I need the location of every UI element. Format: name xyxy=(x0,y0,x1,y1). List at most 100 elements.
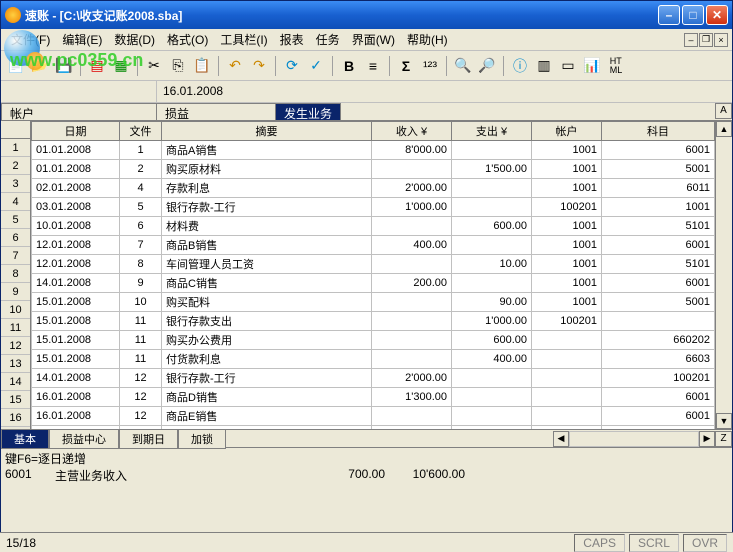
table-row[interactable]: 02.01.20084存款利息2'000.0010016011 xyxy=(32,179,715,198)
mdi-restore-button[interactable]: ❐ xyxy=(699,33,713,47)
row-number[interactable]: 5 xyxy=(1,211,30,229)
window-icon[interactable]: ▭ xyxy=(557,55,579,77)
row-number[interactable]: 12 xyxy=(1,337,30,355)
scroll-left-button[interactable]: ◀ xyxy=(553,431,569,447)
refresh-icon[interactable]: ⟳ xyxy=(281,55,303,77)
btab-basic[interactable]: 基本 xyxy=(1,429,49,449)
formula-input[interactable]: 16.01.2008 xyxy=(157,81,229,102)
scroll-down-button[interactable]: ▼ xyxy=(716,413,732,429)
col-expense[interactable]: 支出 ¥ xyxy=(452,122,532,141)
table-row[interactable]: 16.01.200812商品E销售6001 xyxy=(32,407,715,426)
tab-profit[interactable]: 损益 xyxy=(156,103,276,120)
btab-profit-center[interactable]: 损益中心 xyxy=(49,429,119,449)
mdi-close-button[interactable]: × xyxy=(714,33,728,47)
row-number[interactable]: 4 xyxy=(1,193,30,211)
info-icon[interactable]: ⓘ xyxy=(509,55,531,77)
row-number[interactable]: 16 xyxy=(1,409,30,427)
table-icon[interactable]: ▥ xyxy=(533,55,555,77)
col-doc[interactable]: 文件 xyxy=(120,122,162,141)
row-number[interactable]: 6 xyxy=(1,229,30,247)
horizontal-scrollbar[interactable]: ◀ ▶ xyxy=(553,431,715,447)
sum-icon[interactable]: Σ xyxy=(395,55,417,77)
undo-icon[interactable]: ↶ xyxy=(224,55,246,77)
col-date[interactable]: 日期 xyxy=(32,122,120,141)
report-icon[interactable]: 📊 xyxy=(581,55,603,77)
table-row[interactable]: 14.01.20089商品C销售200.0010016001 xyxy=(32,274,715,293)
minimize-button[interactable]: – xyxy=(658,5,680,25)
copy-icon[interactable]: ⎘ xyxy=(167,55,189,77)
name-box[interactable] xyxy=(1,81,157,102)
row-number[interactable]: 10 xyxy=(1,301,30,319)
maximize-button[interactable]: □ xyxy=(682,5,704,25)
menu-format[interactable]: 格式(O) xyxy=(161,29,214,50)
row-number[interactable]: 8 xyxy=(1,265,30,283)
row-number[interactable]: 15 xyxy=(1,391,30,409)
summary-val2: 10'600.00 xyxy=(385,467,465,484)
col-subject[interactable]: 科目 xyxy=(602,122,715,141)
status-bar: 15/18 CAPS SCRL OVR xyxy=(0,532,733,552)
hscroll-track[interactable] xyxy=(569,431,699,447)
row-number[interactable]: 9 xyxy=(1,283,30,301)
menu-interface[interactable]: 界面(W) xyxy=(346,29,401,50)
list-icon[interactable]: ≡ xyxy=(362,55,384,77)
side-tab-z[interactable]: Z xyxy=(715,431,732,447)
btab-due-date[interactable]: 到期日 xyxy=(119,429,178,449)
superscript-icon[interactable]: ¹²³ xyxy=(419,55,441,77)
menu-data[interactable]: 数据(D) xyxy=(108,29,161,50)
paste-icon[interactable]: 📋 xyxy=(191,55,213,77)
table-row[interactable]: 15.01.200811银行存款支出1'000.00100201 xyxy=(32,312,715,331)
btab-lock[interactable]: 加锁 xyxy=(178,429,226,449)
summary-desc: 主营业务收入 xyxy=(55,467,315,484)
table-row[interactable]: 12.01.20088车间管理人员工资10.0010015101 xyxy=(32,255,715,274)
status-ovr: OVR xyxy=(683,534,727,552)
grid-container: 12345678910111213141516 日期 文件 摘要 收入 ¥ 支出… xyxy=(1,121,732,429)
bold-icon[interactable]: B xyxy=(338,55,360,77)
table-row[interactable]: 15.01.200810购买配料90.0010015001 xyxy=(32,293,715,312)
row-number[interactable]: 13 xyxy=(1,355,30,373)
row-number[interactable]: 7 xyxy=(1,247,30,265)
table-row[interactable]: 16.01.200812商品D销售1'300.006001 xyxy=(32,388,715,407)
find-next-icon[interactable]: 🔎 xyxy=(476,55,498,77)
col-account[interactable]: 帐户 xyxy=(532,122,602,141)
menu-help[interactable]: 帮助(H) xyxy=(401,29,454,50)
menu-edit[interactable]: 编辑(E) xyxy=(56,29,108,50)
table-row[interactable] xyxy=(32,426,715,430)
row-number[interactable]: 2 xyxy=(1,157,30,175)
data-grid[interactable]: 日期 文件 摘要 收入 ¥ 支出 ¥ 帐户 科目 01.01.20081商品A销… xyxy=(31,121,715,429)
row-number[interactable]: 11 xyxy=(1,319,30,337)
table-row[interactable]: 10.01.20086材料费600.0010015101 xyxy=(32,217,715,236)
menu-report[interactable]: 报表 xyxy=(274,29,310,50)
vertical-scrollbar[interactable]: ▲ ▼ xyxy=(715,121,732,429)
col-income[interactable]: 收入 ¥ xyxy=(372,122,452,141)
menu-task[interactable]: 任务 xyxy=(310,29,346,50)
menu-toolbar[interactable]: 工具栏(I) xyxy=(214,29,273,50)
mdi-minimize-button[interactable]: – xyxy=(684,33,698,47)
close-button[interactable]: ✕ xyxy=(706,5,728,25)
sheet-header-tabs: 帐户 损益 发生业务 A xyxy=(1,103,732,121)
row-number[interactable]: 14 xyxy=(1,373,30,391)
table-row[interactable]: 03.01.20085银行存款-工行1'000.001002011001 xyxy=(32,198,715,217)
cut-icon[interactable]: ✂ xyxy=(143,55,165,77)
status-scrl: SCRL xyxy=(629,534,679,552)
row-number[interactable]: 1 xyxy=(1,139,30,157)
summary-panel: 键F6=逐日递增 6001 主营业务收入 700.00 10'600.00 xyxy=(1,447,732,503)
table-row[interactable]: 01.01.20081商品A销售8'000.0010016001 xyxy=(32,141,715,160)
bottom-tab-bar: 基本 损益中心 到期日 加锁 ◀ ▶ Z xyxy=(1,429,732,447)
tab-accounts[interactable]: 帐户 xyxy=(1,103,157,120)
check-icon[interactable]: ✓ xyxy=(305,55,327,77)
html-icon[interactable]: HT ML xyxy=(605,55,627,77)
table-row[interactable]: 15.01.200811购买办公费用600.00660202 xyxy=(32,331,715,350)
scroll-up-button[interactable]: ▲ xyxy=(716,121,732,137)
table-row[interactable]: 12.01.20087商品B销售400.0010016001 xyxy=(32,236,715,255)
col-desc[interactable]: 摘要 xyxy=(162,122,372,141)
corner-cell[interactable] xyxy=(1,121,30,139)
scroll-right-button[interactable]: ▶ xyxy=(699,431,715,447)
table-row[interactable]: 01.01.20082购买原材料1'500.0010015001 xyxy=(32,160,715,179)
row-number[interactable]: 3 xyxy=(1,175,30,193)
find-icon[interactable]: 🔍 xyxy=(452,55,474,77)
table-row[interactable]: 14.01.200812银行存款-工行2'000.00100201 xyxy=(32,369,715,388)
table-row[interactable]: 15.01.200811付货款利息400.006603 xyxy=(32,350,715,369)
side-tab-a[interactable]: A xyxy=(715,103,732,119)
tab-transactions[interactable]: 发生业务 xyxy=(275,103,341,120)
redo-icon[interactable]: ↷ xyxy=(248,55,270,77)
